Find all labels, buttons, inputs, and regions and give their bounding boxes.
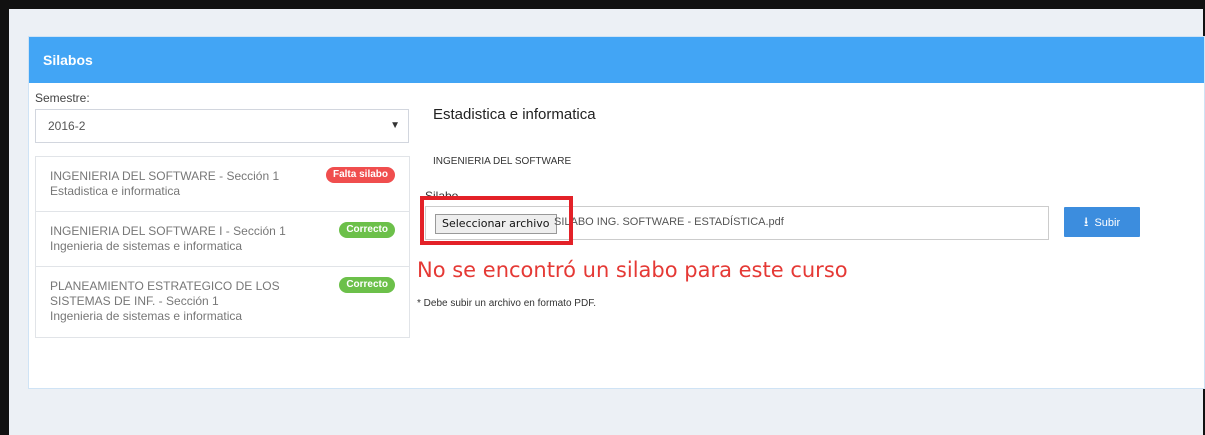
status-badge: Correcto <box>339 222 395 238</box>
course-subtitle: Estadistica e informatica <box>50 184 181 198</box>
chevron-down-icon: ▼ <box>390 120 400 131</box>
semester-value: 2016-2 <box>48 119 86 133</box>
course-item[interactable]: INGENIERIA DEL SOFTWARE I - Sección 1 In… <box>35 211 410 267</box>
panel-title: Silabos <box>29 37 1204 83</box>
semester-label: Semestre: <box>35 91 90 105</box>
format-note: * Debe subir un archivo en formato PDF. <box>417 298 596 309</box>
semester-select[interactable]: 2016-2 ▼ <box>35 109 409 143</box>
course-subtitle: Ingenieria de sistemas e informatica <box>50 309 243 323</box>
highlight-box <box>420 196 573 245</box>
course-name: Estadistica e informatica <box>433 106 596 123</box>
course-subtitle: Ingenieria de sistemas e informatica <box>50 239 243 253</box>
file-name: SILABO ING. SOFTWARE - ESTADÍSTICA.pdf <box>554 216 784 228</box>
course-item[interactable]: PLANEAMIENTO ESTRATEGICO DE LOS SISTEMAS… <box>35 266 410 338</box>
status-badge: Falta silabo <box>325 167 395 183</box>
course-list: INGENIERIA DEL SOFTWARE - Sección 1 Esta… <box>35 156 410 338</box>
course-code: INGENIERIA DEL SOFTWARE <box>433 156 572 167</box>
upload-button[interactable]: ⭳ Subir <box>1064 207 1140 237</box>
error-message: No se encontró un silabo para este curso <box>417 258 848 282</box>
course-item[interactable]: INGENIERIA DEL SOFTWARE - Sección 1 Esta… <box>35 156 410 212</box>
upload-icon: ⭳ <box>1083 214 1089 229</box>
status-badge: Correcto <box>339 277 395 293</box>
upload-label: Subir <box>1094 217 1121 229</box>
